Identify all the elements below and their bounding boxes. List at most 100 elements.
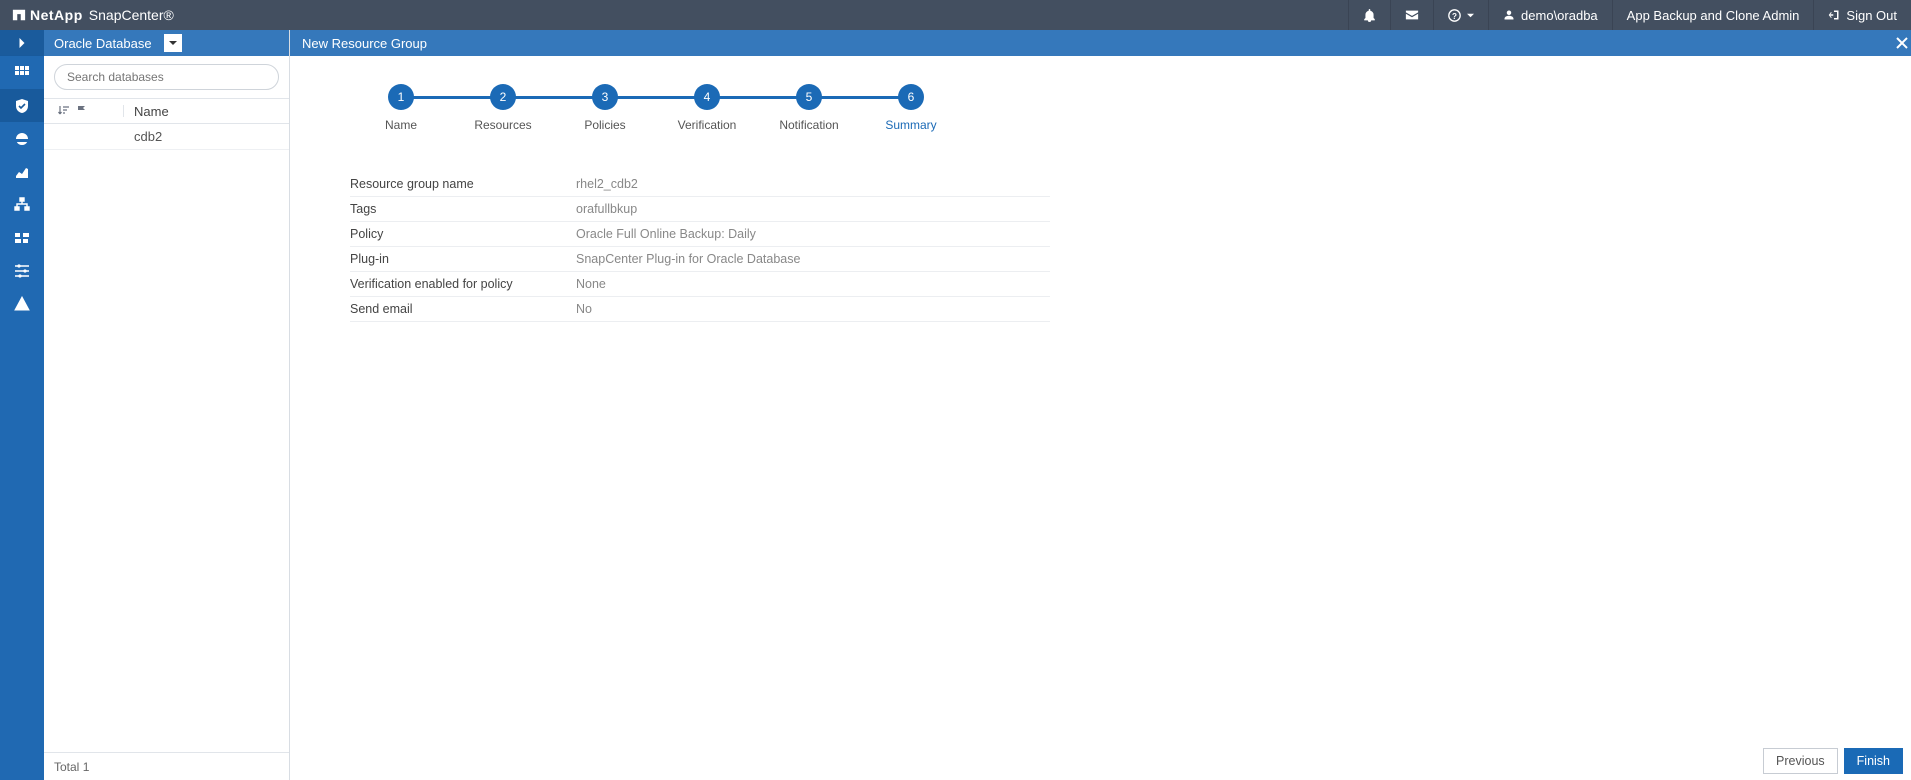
- signout-icon: [1828, 9, 1840, 21]
- chevron-down-icon: [169, 39, 177, 47]
- chevron-down-icon: [1467, 12, 1474, 19]
- resource-row[interactable]: cdb2: [44, 124, 289, 150]
- bell-icon: [1363, 9, 1376, 22]
- chevron-right-icon: [17, 38, 27, 48]
- close-button[interactable]: [1893, 30, 1911, 56]
- summary-value: rhel2_cdb2: [576, 177, 1050, 191]
- brand-company: NetApp: [30, 7, 83, 23]
- rail-hosts[interactable]: [0, 188, 44, 221]
- summary-row: Resource group namerhel2_cdb2: [350, 172, 1050, 197]
- summary-row: Tagsorafullbkup: [350, 197, 1050, 222]
- total-count: 1: [83, 760, 90, 774]
- step-number: 3: [592, 84, 618, 110]
- mail-icon: [1405, 8, 1419, 22]
- netapp-logo: NetApp: [12, 7, 83, 23]
- grid-icon: [14, 65, 30, 81]
- summary-value: SnapCenter Plug-in for Oracle Database: [576, 252, 1050, 266]
- summary-key: Policy: [350, 227, 576, 241]
- notifications-button[interactable]: [1348, 0, 1390, 30]
- user-menu[interactable]: demo\oradba: [1488, 0, 1612, 30]
- summary-value: orafullbkup: [576, 202, 1050, 216]
- resource-type-label: Oracle Database: [54, 36, 152, 51]
- shield-icon: [14, 98, 30, 114]
- summary-row: Plug-inSnapCenter Plug-in for Oracle Dat…: [350, 247, 1050, 272]
- wizard-steps: 1 Name 2Resources 3 Policies 4 Verification 5 No…: [350, 84, 1851, 132]
- summary-table: Resource group namerhel2_cdb2Tagsorafull…: [350, 172, 1050, 322]
- wizard-step-notification[interactable]: 5 Notification: [758, 84, 860, 132]
- nav-rail: [0, 30, 44, 780]
- gauge-icon: [14, 131, 30, 147]
- step-number: 1: [388, 84, 414, 110]
- button-bar: Previous Finish: [1763, 748, 1903, 774]
- chart-icon: [14, 164, 30, 180]
- wizard-step-policies[interactable]: 3 Policies: [554, 84, 656, 132]
- summary-key: Tags: [350, 202, 576, 216]
- resource-type-selector: Oracle Database: [44, 30, 289, 56]
- step-number: 6: [898, 84, 924, 110]
- hierarchy-icon: [14, 197, 30, 213]
- total-label: Total: [54, 760, 79, 774]
- role-label[interactable]: App Backup and Clone Admin: [1612, 0, 1814, 30]
- brand: NetApp SnapCenter®: [0, 0, 186, 30]
- step-label: Resources: [474, 118, 531, 132]
- messages-button[interactable]: [1390, 0, 1433, 30]
- step-number: 5: [796, 84, 822, 110]
- rail-alerts[interactable]: [0, 287, 44, 320]
- sort-controls[interactable]: [44, 105, 124, 117]
- close-icon: [1895, 36, 1909, 50]
- step-number: 4: [694, 84, 720, 110]
- resource-columns: Name: [44, 98, 289, 124]
- signout-button[interactable]: Sign Out: [1813, 0, 1911, 30]
- search-container: [44, 56, 289, 98]
- sort-icon: [58, 105, 70, 117]
- help-button[interactable]: ?: [1433, 0, 1488, 30]
- brand-product: SnapCenter®: [89, 7, 174, 23]
- warning-icon: [14, 296, 30, 312]
- rail-expand-button[interactable]: [0, 30, 44, 56]
- previous-button[interactable]: Previous: [1763, 748, 1838, 774]
- resources-pane: Oracle Database Name cdb2 Total 1: [44, 30, 290, 780]
- summary-key: Plug-in: [350, 252, 576, 266]
- blocks-icon: [14, 230, 30, 246]
- summary-value: None: [576, 277, 1050, 291]
- search-input[interactable]: [54, 64, 279, 90]
- summary-value: No: [576, 302, 1050, 316]
- flag-icon: [76, 105, 88, 117]
- summary-key: Send email: [350, 302, 576, 316]
- column-name[interactable]: Name: [124, 104, 169, 119]
- wizard-step-resources[interactable]: 2Resources: [452, 84, 554, 132]
- resource-name: cdb2: [124, 129, 162, 144]
- svg-text:?: ?: [1452, 11, 1457, 20]
- wizard-step-verification[interactable]: 4 Verification: [656, 84, 758, 132]
- pane-footer: Total 1: [44, 752, 289, 780]
- step-label: Name: [385, 118, 417, 132]
- rail-storage[interactable]: [0, 221, 44, 254]
- summary-key: Verification enabled for policy: [350, 277, 576, 291]
- content-title: New Resource Group: [302, 36, 427, 51]
- finish-button[interactable]: Finish: [1844, 748, 1903, 774]
- content-area: New Resource Group 1 Name 2Resources 3 Polic…: [290, 30, 1911, 780]
- content-header: New Resource Group: [290, 30, 1911, 56]
- rail-reports[interactable]: [0, 155, 44, 188]
- rail-resources[interactable]: [0, 89, 44, 122]
- wizard-step-name[interactable]: 1 Name: [350, 84, 452, 132]
- user-icon: [1503, 9, 1515, 21]
- sliders-icon: [14, 263, 30, 279]
- summary-row: PolicyOracle Full Online Backup: Daily: [350, 222, 1050, 247]
- step-label: Policies: [584, 118, 625, 132]
- rail-dashboard[interactable]: [0, 56, 44, 89]
- summary-row: Send emailNo: [350, 297, 1050, 322]
- step-label: Notification: [779, 118, 838, 132]
- rail-settings[interactable]: [0, 254, 44, 287]
- summary-row: Verification enabled for policyNone: [350, 272, 1050, 297]
- wizard-step-summary[interactable]: 6 Summary: [860, 84, 962, 132]
- summary-value: Oracle Full Online Backup: Daily: [576, 227, 1050, 241]
- step-label: Summary: [885, 118, 936, 132]
- help-icon: ?: [1448, 9, 1461, 22]
- summary-key: Resource group name: [350, 177, 576, 191]
- resource-type-dropdown[interactable]: [164, 34, 182, 52]
- app-header: NetApp SnapCenter® ? demo\oradba App Bac…: [0, 0, 1911, 30]
- user-name: demo\oradba: [1521, 8, 1598, 23]
- step-label: Verification: [678, 118, 737, 132]
- rail-monitor[interactable]: [0, 122, 44, 155]
